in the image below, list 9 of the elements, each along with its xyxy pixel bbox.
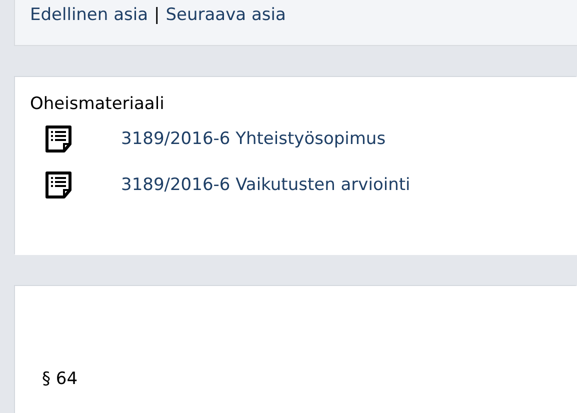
separator: | <box>154 5 160 25</box>
next-link[interactable]: Seuraava asia <box>166 5 286 25</box>
previous-link[interactable]: Edellinen asia <box>30 5 148 25</box>
document-icon <box>45 171 73 199</box>
attachment-link[interactable]: 3189/2016-6 Yhteistyösopimus <box>121 129 386 149</box>
attachments-title: Oheismateriaali <box>30 94 166 114</box>
attachment-link[interactable]: 3189/2016-6 Vaikutusten arviointi <box>121 175 410 195</box>
section-number: § 64 <box>42 369 79 389</box>
document-icon <box>45 125 73 153</box>
